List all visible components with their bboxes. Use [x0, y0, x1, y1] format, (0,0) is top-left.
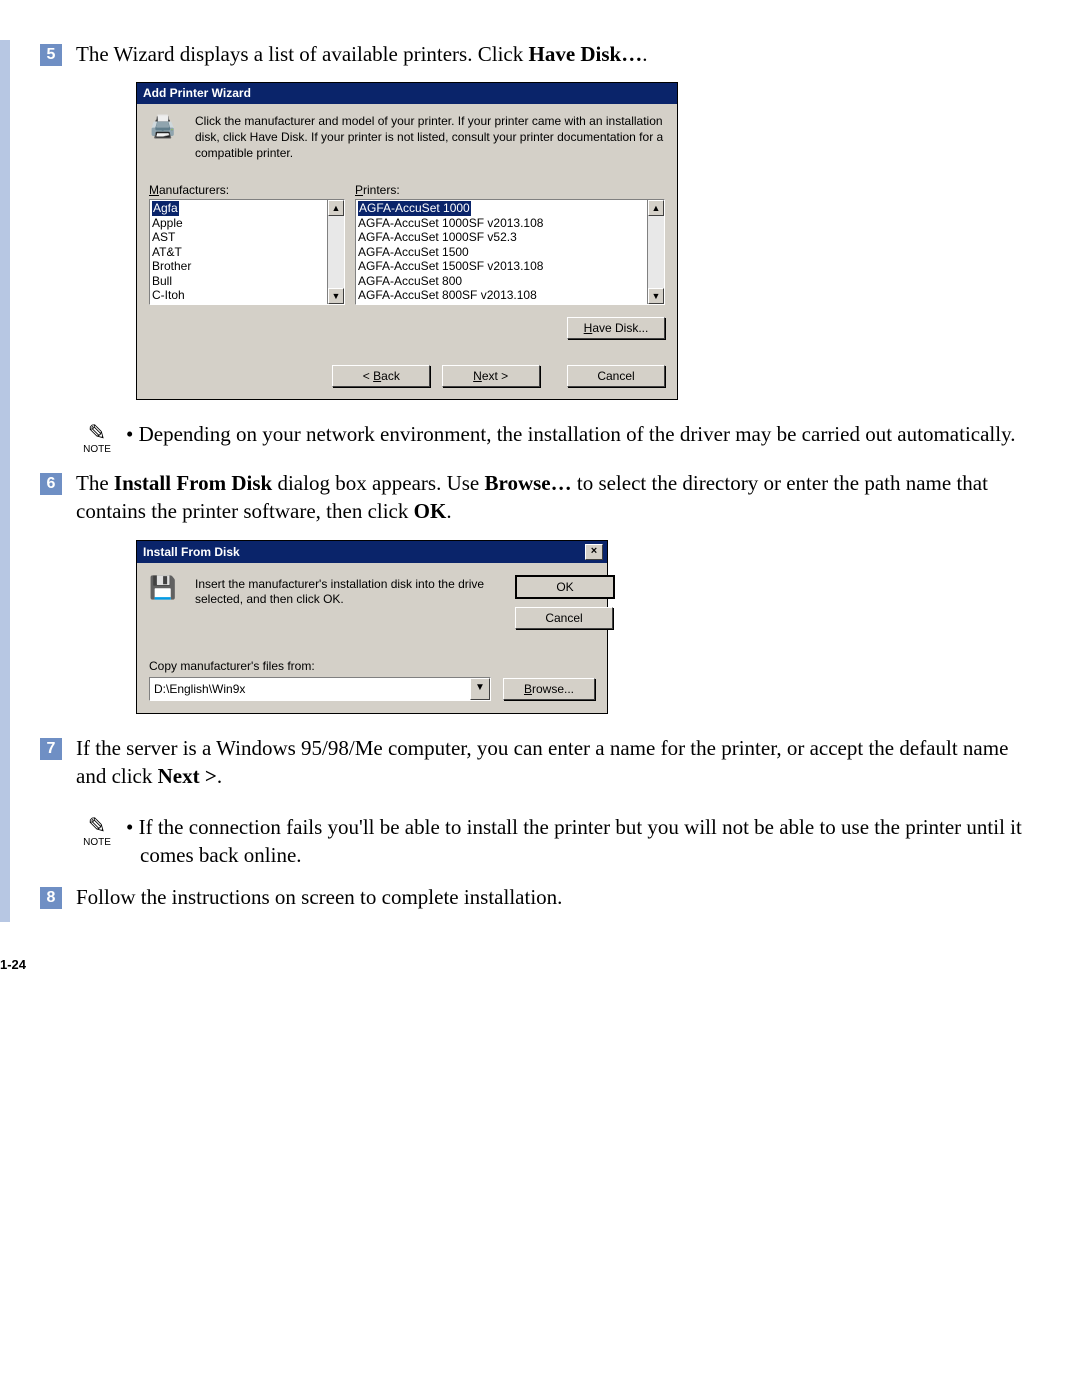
step-6: 6 The Install From Disk dialog box appea… [40, 469, 1040, 526]
step-8: 8 Follow the instructions on screen to c… [40, 883, 1040, 911]
manufacturer-item[interactable]: AT&T [152, 245, 182, 259]
manufacturer-item[interactable]: C-Itoh [152, 288, 185, 302]
step-5-post: . [642, 42, 647, 66]
manufacturer-item[interactable]: Brother [152, 259, 191, 273]
browse-button[interactable]: Browse... [503, 678, 595, 700]
copy-from-label: Copy manufacturer's files from: [149, 659, 595, 673]
note-icon: ✎ NOTE [76, 815, 118, 848]
printers-label: Printers: [355, 183, 665, 197]
add-printer-wizard-dialog: Add Printer Wizard 🖨️ Click the manufact… [136, 82, 678, 400]
scroll-down-icon[interactable]: ▼ [328, 288, 344, 304]
scroll-up-icon[interactable]: ▲ [648, 200, 664, 216]
printer-item[interactable]: AGFA-AccuSet 1000SF v52.3 [358, 230, 517, 244]
left-accent-bar [0, 40, 10, 922]
step-7: 7 If the server is a Windows 95/98/Me co… [40, 734, 1040, 791]
step-5-bold: Have Disk… [528, 42, 642, 66]
path-combobox[interactable]: D:\English\Win9x ▼ [149, 677, 491, 701]
note-label: NOTE [83, 837, 111, 848]
page-number: 1-24 [0, 957, 26, 972]
step-number-8: 8 [40, 887, 62, 909]
note-2-text: • If the connection fails you'll be able… [126, 813, 1040, 870]
next-button[interactable]: Next > [442, 365, 540, 387]
manufacturers-column: Manufacturers: Agfa Apple AST AT&T Broth… [149, 183, 345, 305]
scroll-down-icon[interactable]: ▼ [648, 288, 664, 304]
printer-item[interactable]: AGFA-AccuSet 800 [358, 274, 462, 288]
manufacturer-item[interactable]: Apple [152, 216, 183, 230]
step-7-text: If the server is a Windows 95/98/Me comp… [76, 734, 1040, 791]
scroll-up-icon[interactable]: ▲ [328, 200, 344, 216]
note-2: ✎ NOTE • If the connection fails you'll … [76, 813, 1040, 870]
have-disk-button[interactable]: Have Disk... [567, 317, 665, 339]
printer-item[interactable]: AGFA-AccuSet 1500SF v2013.108 [358, 259, 543, 273]
ok-button[interactable]: OK [515, 575, 615, 599]
wizard-title-bar[interactable]: Add Printer Wizard [137, 83, 677, 104]
manufacturer-item-selected[interactable]: Agfa [152, 201, 179, 216]
wizard-intro-text: Click the manufacturer and model of your… [195, 114, 665, 161]
step-5-pre: The Wizard displays a list of available … [76, 42, 528, 66]
step-5: 5 The Wizard displays a list of availabl… [40, 40, 1040, 68]
printer-item[interactable]: AGFA-AccuSet 1000SF v2013.108 [358, 216, 543, 230]
pencil-icon: ✎ [76, 815, 118, 837]
step-6-text: The Install From Disk dialog box appears… [76, 469, 1040, 526]
pencil-icon: ✎ [76, 422, 118, 444]
manufacturer-item[interactable]: AST [152, 230, 175, 244]
chevron-down-icon[interactable]: ▼ [470, 678, 490, 700]
cancel-button[interactable]: Cancel [567, 365, 665, 387]
close-icon[interactable]: × [585, 544, 603, 560]
ifd-title-bar[interactable]: Install From Disk × [137, 541, 607, 563]
install-from-disk-dialog: Install From Disk × 💾 Insert the manufac… [136, 540, 608, 714]
step-number-6: 6 [40, 473, 62, 495]
wizard-dialog-wrapper: Add Printer Wizard 🖨️ Click the manufact… [136, 82, 1040, 400]
step-8-text: Follow the instructions on screen to com… [76, 883, 562, 911]
printers-column: Printers: AGFA-AccuSet 1000 AGFA-AccuSet… [355, 183, 665, 305]
printer-item[interactable]: AGFA-AccuSet 800SF v2013.108 [358, 288, 537, 302]
step-number-5: 5 [40, 44, 62, 66]
printer-item[interactable]: AGFA-AccuSet 1500 [358, 245, 469, 259]
manufacturers-scrollbar[interactable]: ▲ ▼ [327, 200, 344, 304]
printer-icon: 🖨️ [149, 114, 183, 140]
manufacturer-item[interactable]: Bull [152, 274, 172, 288]
printer-item-selected[interactable]: AGFA-AccuSet 1000 [358, 201, 471, 216]
step-number-7: 7 [40, 738, 62, 760]
note-1: ✎ NOTE • Depending on your network envir… [76, 420, 1040, 455]
note-icon: ✎ NOTE [76, 422, 118, 455]
manufacturers-listbox[interactable]: Agfa Apple AST AT&T Brother Bull C-Itoh … [149, 199, 345, 305]
back-button[interactable]: < Back [332, 365, 430, 387]
printers-scrollbar[interactable]: ▲ ▼ [647, 200, 664, 304]
disk-icon: 💾 [149, 575, 183, 601]
manufacturers-label: Manufacturers: [149, 183, 345, 197]
printers-listbox[interactable]: AGFA-AccuSet 1000 AGFA-AccuSet 1000SF v2… [355, 199, 665, 305]
cancel-button[interactable]: Cancel [515, 607, 613, 629]
ifd-instruction-text: Insert the manufacturer's installation d… [195, 575, 503, 608]
step-5-text: The Wizard displays a list of available … [76, 40, 648, 68]
install-from-disk-wrapper: Install From Disk × 💾 Insert the manufac… [136, 540, 1040, 714]
path-value: D:\English\Win9x [154, 682, 245, 696]
ifd-title-text: Install From Disk [143, 545, 240, 559]
note-label: NOTE [83, 444, 111, 455]
note-1-text: • Depending on your network environment,… [126, 420, 1015, 448]
